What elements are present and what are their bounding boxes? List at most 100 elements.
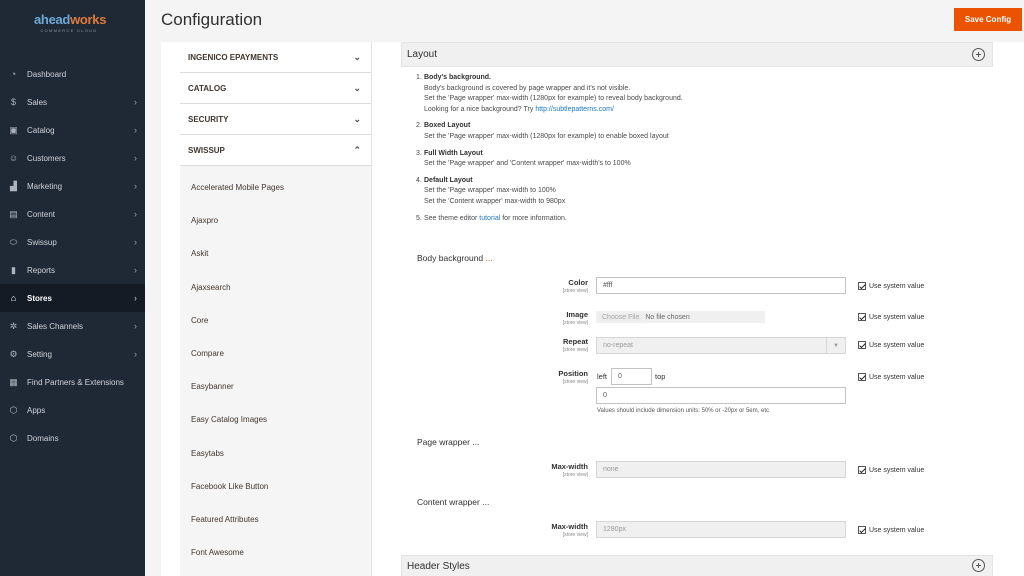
sidebar-item-reports[interactable]: ▮ Reports › <box>0 256 145 284</box>
checkbox-label: Use system value <box>869 373 925 381</box>
save-config-button[interactable]: Save Config <box>954 8 1022 31</box>
sidebar-item-sales-channels[interactable]: ✲ Sales Channels › <box>0 312 145 340</box>
image-label: Image [store view] <box>478 310 588 326</box>
tab-group-swissup[interactable]: SWISSUP ⌃ <box>180 135 371 166</box>
tab-item-core[interactable]: Core <box>180 304 371 337</box>
repeat-select[interactable]: no-repeat ▼ <box>596 337 846 354</box>
scope-label: [store view] <box>562 532 588 538</box>
sidebar-item-label: Catalog <box>27 125 55 135</box>
sidebar-item-marketing[interactable]: ▟ Marketing › <box>0 172 145 200</box>
tab-item-easybanner[interactable]: Easybanner <box>180 370 371 403</box>
color-input[interactable]: #fff <box>596 277 846 294</box>
marketing-icon: ▟ <box>10 180 17 191</box>
chevron-down-icon: ⌄ <box>353 113 361 124</box>
label-text: Image <box>566 310 588 319</box>
note-title: Boxed Layout <box>424 122 471 130</box>
sidebar-item-apps[interactable]: ⬡ Apps <box>0 396 145 424</box>
checkbox-label: Use system value <box>869 526 925 534</box>
label-text: Max-width <box>551 522 588 531</box>
file-status: No file chosen <box>645 313 690 321</box>
repeat-use-system-checkbox[interactable]: Use system value <box>858 341 924 349</box>
sidebar-item-stores[interactable]: ⌂ Stores › <box>0 284 145 312</box>
tab-item-featured-attributes[interactable]: Featured Attributes <box>180 503 371 536</box>
tutorial-link[interactable]: tutorial <box>479 215 500 222</box>
checkbox-label: Use system value <box>869 282 925 290</box>
tab-item-compare[interactable]: Compare <box>180 337 371 370</box>
sidebar-item-setting[interactable]: ⚙ Setting › <box>0 340 145 368</box>
chevron-right-icon: › <box>134 321 137 331</box>
tab-item-ajaxpro[interactable]: Ajaxpro <box>180 204 371 237</box>
expand-icon[interactable] <box>972 559 985 572</box>
position-use-system-checkbox[interactable]: Use system value <box>858 373 924 381</box>
sidebar-item-label: Content <box>27 209 56 219</box>
choose-file-button[interactable]: Choose File <box>599 313 643 321</box>
section-layout-header[interactable]: Layout <box>401 42 993 67</box>
tab-item-facebook-like[interactable]: Facebook Like Button <box>180 470 371 503</box>
section-title: Layout <box>407 49 438 60</box>
logo[interactable]: aheadworks COMMERCE CLOUD <box>34 12 114 36</box>
chevron-right-icon: › <box>134 237 137 247</box>
tab-item-amp[interactable]: Accelerated Mobile Pages <box>180 171 371 204</box>
tab-group-security[interactable]: SECURITY ⌄ <box>180 104 371 135</box>
sidebar-item-dashboard[interactable]: ◔ Dashboard <box>0 60 145 88</box>
swissup-tab-list: Accelerated Mobile Pages Ajaxpro Askit A… <box>180 166 371 569</box>
note-title: Full Width Layout <box>424 149 483 157</box>
content-wrapper-max-width-input[interactable]: 1280px <box>596 521 846 538</box>
body-background-heading[interactable]: Body background ... <box>417 253 493 263</box>
note-body: Default Layout Set the 'Page wrapper' ma… <box>424 176 565 208</box>
note-text: Body's background is covered by page wra… <box>424 84 631 92</box>
tab-item-easytabs[interactable]: Easytabs <box>180 437 371 470</box>
note-text: Set the 'Page wrapper' max-width (1280px… <box>424 95 683 103</box>
page-wrapper-heading[interactable]: Page wrapper ... <box>417 437 479 447</box>
tab-group-catalog[interactable]: CATALOG ⌄ <box>180 73 371 104</box>
position-left-input[interactable]: 0 <box>611 368 652 385</box>
config-tabs: INGENICO EPAYMENTS ⌄ CATALOG ⌄ SECURITY ⌄ S… <box>180 42 372 576</box>
image-file-input[interactable]: Choose File No file chosen <box>596 311 765 323</box>
content-wrapper-heading[interactable]: Content wrapper ... <box>417 497 489 507</box>
section-header-styles[interactable]: Header Styles <box>401 555 993 576</box>
sidebar-item-content[interactable]: ▤ Content › <box>0 200 145 228</box>
note-number: 2. <box>416 122 422 130</box>
tab-item-font-awesome[interactable]: Font Awesome <box>180 536 371 569</box>
tab-item-ajaxsearch[interactable]: Ajaxsearch <box>180 271 371 304</box>
label-text: Repeat <box>562 337 588 346</box>
sidebar-item-customers[interactable]: ☺ Customers › <box>0 144 145 172</box>
tab-item-askit[interactable]: Askit <box>180 237 371 270</box>
checkbox-checked-icon <box>858 466 866 474</box>
admin-sidebar: aheadworks COMMERCE CLOUD ◔ Dashboard $ Sa… <box>0 0 145 576</box>
chevron-right-icon: › <box>134 265 137 275</box>
subhead-text: Page wrapper <box>417 437 470 447</box>
checkbox-checked-icon <box>858 313 866 321</box>
domains-icon: ⬡ <box>9 432 18 443</box>
page-wrapper-max-width-input[interactable]: none <box>596 461 846 478</box>
collapse-icon[interactable] <box>972 48 985 61</box>
section-title: Header Styles <box>407 560 470 572</box>
scope-label: [store view] <box>562 320 588 326</box>
sidebar-item-find-partners[interactable]: ▦ Find Partners & Extensions <box>0 368 145 396</box>
select-value: no-repeat <box>603 342 633 349</box>
note-text: Set the 'Page wrapper' max-width to 100% <box>424 187 556 195</box>
position-top-input[interactable]: 0 <box>596 387 846 404</box>
scope-label: [store view] <box>562 379 588 385</box>
checkbox-checked-icon <box>858 282 866 290</box>
content-icon: ▤ <box>9 208 18 219</box>
note-body: Boxed Layout Set the 'Page wrapper' max-… <box>424 121 669 142</box>
sidebar-item-domains[interactable]: ⬡ Domains <box>0 424 145 452</box>
image-use-system-checkbox[interactable]: Use system value <box>858 313 924 321</box>
label-text: Max-width <box>551 462 588 471</box>
sidebar-item-sales[interactable]: $ Sales › <box>0 88 145 116</box>
color-use-system-checkbox[interactable]: Use system value <box>858 282 924 290</box>
tab-group-ingenico[interactable]: INGENICO EPAYMENTS ⌄ <box>180 42 371 73</box>
note-number: 4. <box>416 176 422 184</box>
tab-group-label: SWISSUP <box>188 145 225 155</box>
page-wrapper-use-system-checkbox[interactable]: Use system value <box>858 466 924 474</box>
apps-icon: ⬡ <box>9 404 18 415</box>
sidebar-item-catalog[interactable]: ▣ Catalog › <box>0 116 145 144</box>
checkbox-checked-icon <box>858 373 866 381</box>
sidebar-item-swissup[interactable]: ⬭ Swissup › <box>0 228 145 256</box>
subtlepatterns-link[interactable]: http://subtlepatterns.com/ <box>535 106 614 113</box>
tab-group-label: SECURITY <box>188 114 229 124</box>
tab-item-easy-catalog-images[interactable]: Easy Catalog Images <box>180 403 371 436</box>
scope-label: [store view] <box>562 347 588 353</box>
content-wrapper-use-system-checkbox[interactable]: Use system value <box>858 526 924 534</box>
